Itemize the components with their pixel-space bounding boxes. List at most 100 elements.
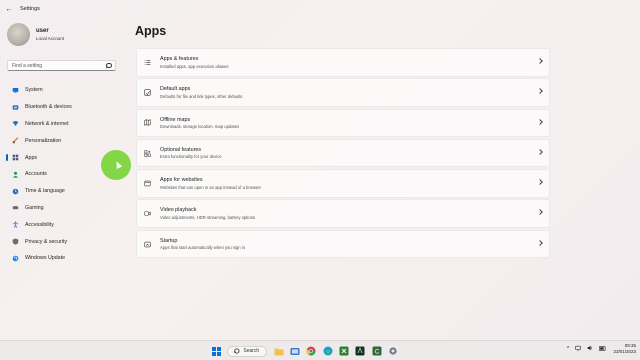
chrome-button[interactable] bbox=[305, 345, 317, 357]
avatar bbox=[7, 23, 30, 46]
sidebar-item-label: Privacy & security bbox=[25, 238, 68, 245]
card-subtitle: Apps that start automatically when you s… bbox=[160, 245, 245, 251]
card-subtitle: Defaults for file and link types, other … bbox=[160, 93, 243, 99]
monitor-icon bbox=[12, 87, 19, 94]
card-default-apps[interactable]: Default apps Defaults for file and link … bbox=[136, 78, 550, 107]
profile-account-type: Local Account bbox=[36, 36, 65, 41]
default-apps-icon bbox=[144, 89, 151, 96]
card-title: Apps & features bbox=[160, 56, 199, 62]
app-button-green[interactable] bbox=[338, 345, 350, 357]
card-title: Startup bbox=[160, 237, 178, 244]
file-explorer-button[interactable] bbox=[273, 345, 285, 357]
app-icon: C bbox=[372, 346, 382, 356]
app-icon bbox=[355, 346, 365, 356]
card-startup[interactable]: Startup Apps that start automatically wh… bbox=[136, 229, 550, 259]
page-title: Apps bbox=[135, 24, 167, 38]
sidebar-item-label: Personalization bbox=[25, 137, 62, 144]
gear-icon bbox=[389, 347, 397, 355]
taskbar: Search C ^ 09:35 23/01/2023 bbox=[0, 340, 640, 360]
sidebar-item-label: Gaming bbox=[25, 204, 44, 211]
network-icon[interactable] bbox=[575, 345, 582, 353]
sidebar-item-network-internet[interactable]: Network & internet bbox=[6, 116, 122, 133]
accessibility-icon bbox=[12, 221, 19, 229]
web-app-icon bbox=[144, 180, 151, 187]
sidebar-item-label: System bbox=[25, 87, 43, 94]
system-tray: ^ 09:35 23/01/2023 bbox=[564, 343, 636, 355]
start-button[interactable] bbox=[210, 345, 222, 357]
sidebar: user Local Account Find a setting System… bbox=[0, 18, 125, 340]
tray-overflow-icon[interactable]: ^ bbox=[567, 346, 570, 352]
back-arrow-icon[interactable]: ← bbox=[0, 6, 18, 13]
app-icon bbox=[339, 346, 349, 356]
card-title: Video playback bbox=[160, 207, 197, 214]
sidebar-item-label: Bluetooth & devices bbox=[25, 104, 72, 111]
sidebar-item-system[interactable]: System bbox=[6, 82, 122, 99]
sidebar-item-time-language[interactable]: Time & language bbox=[6, 183, 122, 200]
apps-icon bbox=[12, 154, 19, 161]
edge-button[interactable] bbox=[322, 345, 334, 357]
globe-clock-icon bbox=[12, 188, 19, 195]
map-icon bbox=[144, 119, 151, 127]
card-apps-for-websites[interactable]: Apps for websites Websites that can open… bbox=[136, 169, 550, 198]
sidebar-item-personalization[interactable]: Personalization bbox=[6, 132, 122, 149]
card-title: Offline maps bbox=[160, 116, 191, 123]
list-icon bbox=[144, 59, 151, 66]
sidebar-item-label: Network & internet bbox=[25, 120, 69, 127]
sidebar-item-label: Time & language bbox=[25, 188, 65, 195]
edge-icon bbox=[323, 346, 333, 356]
search-placeholder: Find a setting bbox=[12, 62, 43, 69]
card-title: Apps for websites bbox=[160, 177, 203, 184]
sidebar-item-bluetooth-devices[interactable]: Bluetooth & devices bbox=[6, 99, 122, 116]
card-subtitle: Video adjustments, HDR streaming, batter… bbox=[160, 214, 256, 220]
person-icon bbox=[12, 171, 19, 178]
taskbar-search-label: Search bbox=[243, 348, 260, 354]
gamepad-icon bbox=[12, 204, 19, 211]
card-subtitle: Installed apps, app execution aliases bbox=[160, 63, 229, 69]
video-icon bbox=[144, 210, 151, 217]
volume-icon[interactable] bbox=[587, 345, 593, 353]
card-optional-features[interactable]: Optional features Extra functionality fo… bbox=[136, 138, 550, 168]
brush-icon bbox=[12, 137, 19, 144]
user-profile[interactable]: user Local Account bbox=[7, 23, 64, 46]
shield-icon bbox=[12, 238, 19, 245]
bluetooth-icon bbox=[12, 104, 19, 111]
card-apps-features[interactable]: Apps & features Installed apps, app exec… bbox=[136, 48, 550, 77]
grid-plus-icon bbox=[144, 150, 151, 157]
folder-icon bbox=[274, 348, 284, 355]
search-icon[interactable] bbox=[105, 62, 112, 69]
profile-name: user bbox=[36, 28, 49, 34]
clock[interactable]: 09:35 23/01/2023 bbox=[613, 343, 636, 355]
settings-button[interactable] bbox=[387, 345, 399, 357]
task-view-button[interactable] bbox=[289, 345, 301, 357]
taskbar-center: Search C bbox=[208, 344, 401, 358]
sidebar-item-accessibility[interactable]: Accessibility bbox=[6, 216, 122, 233]
svg-text:C: C bbox=[375, 349, 380, 355]
apps-settings-list: Apps & features Installed apps, app exec… bbox=[136, 48, 550, 260]
card-offline-maps[interactable]: Offline maps Downloads, storage location… bbox=[136, 108, 550, 138]
startup-icon bbox=[144, 241, 151, 248]
task-view-icon bbox=[290, 347, 300, 355]
sidebar-item-windows-update[interactable]: Windows Update bbox=[6, 250, 122, 267]
update-icon bbox=[12, 255, 19, 262]
app-button-dark[interactable] bbox=[354, 345, 366, 357]
card-title: Optional features bbox=[160, 146, 202, 153]
wifi-icon bbox=[12, 120, 19, 127]
title-bar: ← Settings bbox=[0, 0, 640, 18]
card-video-playback[interactable]: Video playback Video adjustments, HDR st… bbox=[136, 199, 550, 228]
search-input[interactable]: Find a setting bbox=[7, 60, 116, 71]
app-button-camtasia[interactable]: C bbox=[371, 345, 383, 357]
battery-icon[interactable] bbox=[599, 345, 606, 353]
windows-logo-icon bbox=[211, 346, 221, 356]
card-subtitle: Extra functionality for your device bbox=[160, 154, 222, 160]
sidebar-item-privacy-security[interactable]: Privacy & security bbox=[6, 233, 122, 250]
chrome-icon bbox=[306, 346, 316, 356]
window-title: Settings bbox=[20, 6, 40, 12]
sidebar-item-gaming[interactable]: Gaming bbox=[6, 200, 122, 217]
sidebar-item-label: Accounts bbox=[25, 171, 47, 178]
card-title: Default apps bbox=[160, 86, 191, 93]
sidebar-item-label: Apps bbox=[25, 154, 38, 161]
clock-date: 23/01/2023 bbox=[613, 349, 636, 354]
taskbar-search-button[interactable]: Search bbox=[227, 345, 268, 357]
sidebar-item-label: Windows Update bbox=[25, 255, 66, 262]
search-icon bbox=[234, 348, 240, 354]
